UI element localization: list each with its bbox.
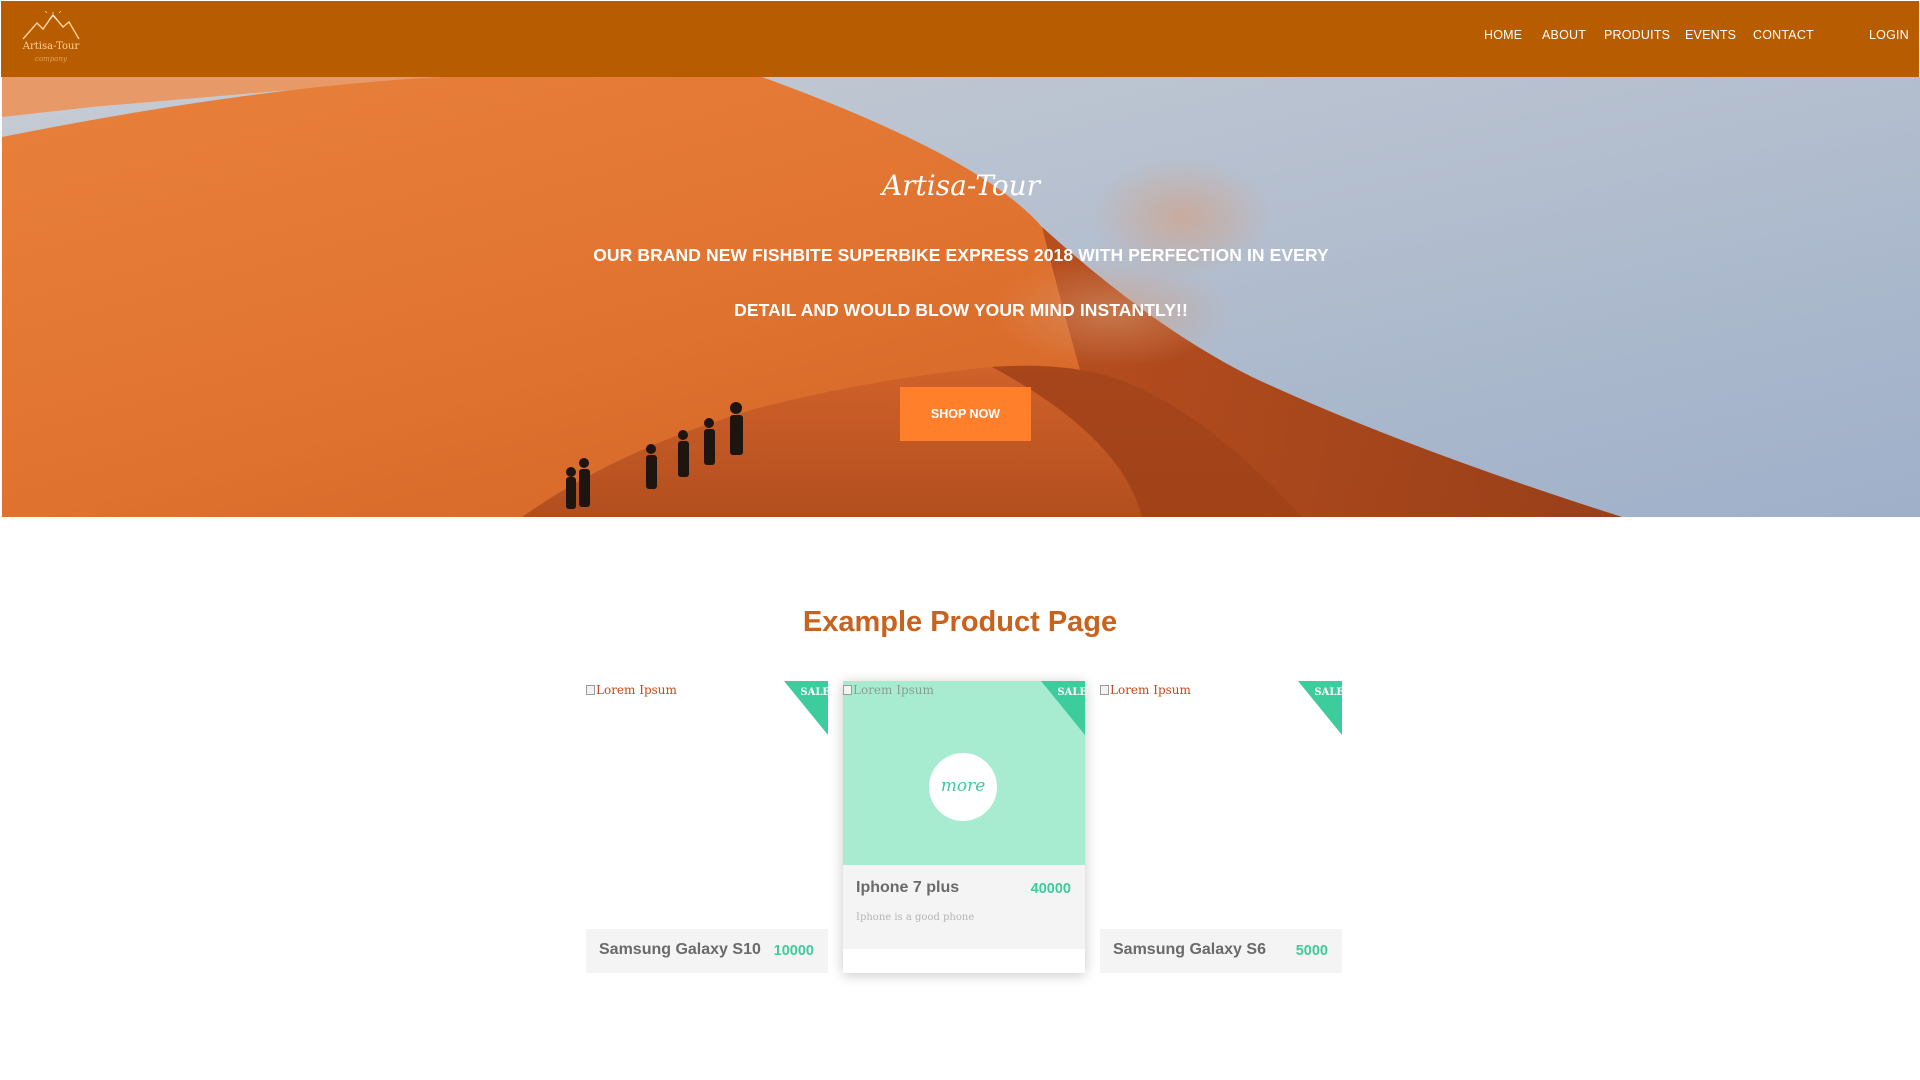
logo-subtext: company — [35, 55, 67, 63]
broken-image-icon — [1100, 685, 1109, 695]
sale-badge: SALE — [800, 687, 830, 698]
nav-login-link[interactable]: LOGIN — [1869, 28, 1909, 42]
product-name[interactable]: Iphone 7 plus — [856, 879, 959, 897]
top-navbar: Artisa-Tour company HOME ABOUT PRODUITS … — [1, 1, 1919, 77]
shop-now-button[interactable]: SHOP NOW — [900, 387, 1031, 441]
hero-headline-line-1: OUR BRAND NEW FISHBITE SUPERBIKE EXPRESS… — [593, 245, 1329, 265]
section-title: Example Product Page — [802, 606, 1118, 638]
hero-headline-line-2: DETAIL AND WOULD BLOW YOUR MIND INSTANTL… — [734, 300, 1188, 320]
more-button[interactable]: more — [929, 753, 997, 821]
product-price: 40000 — [1030, 881, 1071, 897]
nav-events-link[interactable]: EVENTS — [1685, 28, 1736, 42]
nav-contact-link[interactable]: CONTACT — [1753, 28, 1814, 42]
broken-image-icon — [843, 685, 852, 695]
sale-badge: SALE — [1314, 687, 1344, 698]
product-description: Iphone is a good phone — [856, 912, 975, 923]
product-price: 5000 — [1295, 943, 1328, 959]
product-info: Samsung Galaxy S6 5000 — [1100, 929, 1342, 973]
product-image-alt: Lorem Ipsum — [853, 683, 934, 697]
product-price: 10000 — [773, 943, 814, 959]
product-image-alt: Lorem Ipsum — [1110, 683, 1191, 697]
product-image-alt: Lorem Ipsum — [596, 683, 677, 697]
nav-home-link[interactable]: HOME — [1484, 28, 1522, 42]
hero-banner: Artisa-Tour OUR BRAND NEW FISHBITE SUPER… — [2, 77, 1920, 517]
site-logo[interactable]: Artisa-Tour company — [19, 11, 83, 69]
product-card-iphone-7-plus[interactable]: Lorem Ipsum SALE more Iphone 7 plus 4000… — [843, 681, 1087, 973]
product-name[interactable]: Samsung Galaxy S10 — [599, 941, 761, 959]
product-image[interactable]: Lorem Ipsum SALE more — [843, 681, 1087, 865]
hero-title: Artisa-Tour — [881, 169, 1041, 202]
sale-badge: SALE — [1057, 687, 1087, 698]
product-image[interactable]: Lorem Ipsum SALE — [1100, 681, 1344, 929]
page: Artisa-Tour company HOME ABOUT PRODUITS … — [0, 0, 1920, 1080]
product-name[interactable]: Samsung Galaxy S6 — [1113, 941, 1266, 959]
broken-image-icon — [586, 685, 595, 695]
nav-about-link[interactable]: ABOUT — [1542, 28, 1586, 42]
nav-produits-link[interactable]: PRODUITS — [1604, 28, 1670, 42]
product-image[interactable]: Lorem Ipsum SALE — [586, 681, 830, 929]
product-info: Iphone 7 plus 40000 Iphone is a good pho… — [843, 865, 1085, 949]
desert-dune-background — [2, 77, 1920, 517]
mountain-logo-icon — [22, 11, 80, 40]
logo-text: Artisa-Tour — [22, 41, 80, 52]
product-info: Samsung Galaxy S10 10000 — [586, 929, 828, 973]
